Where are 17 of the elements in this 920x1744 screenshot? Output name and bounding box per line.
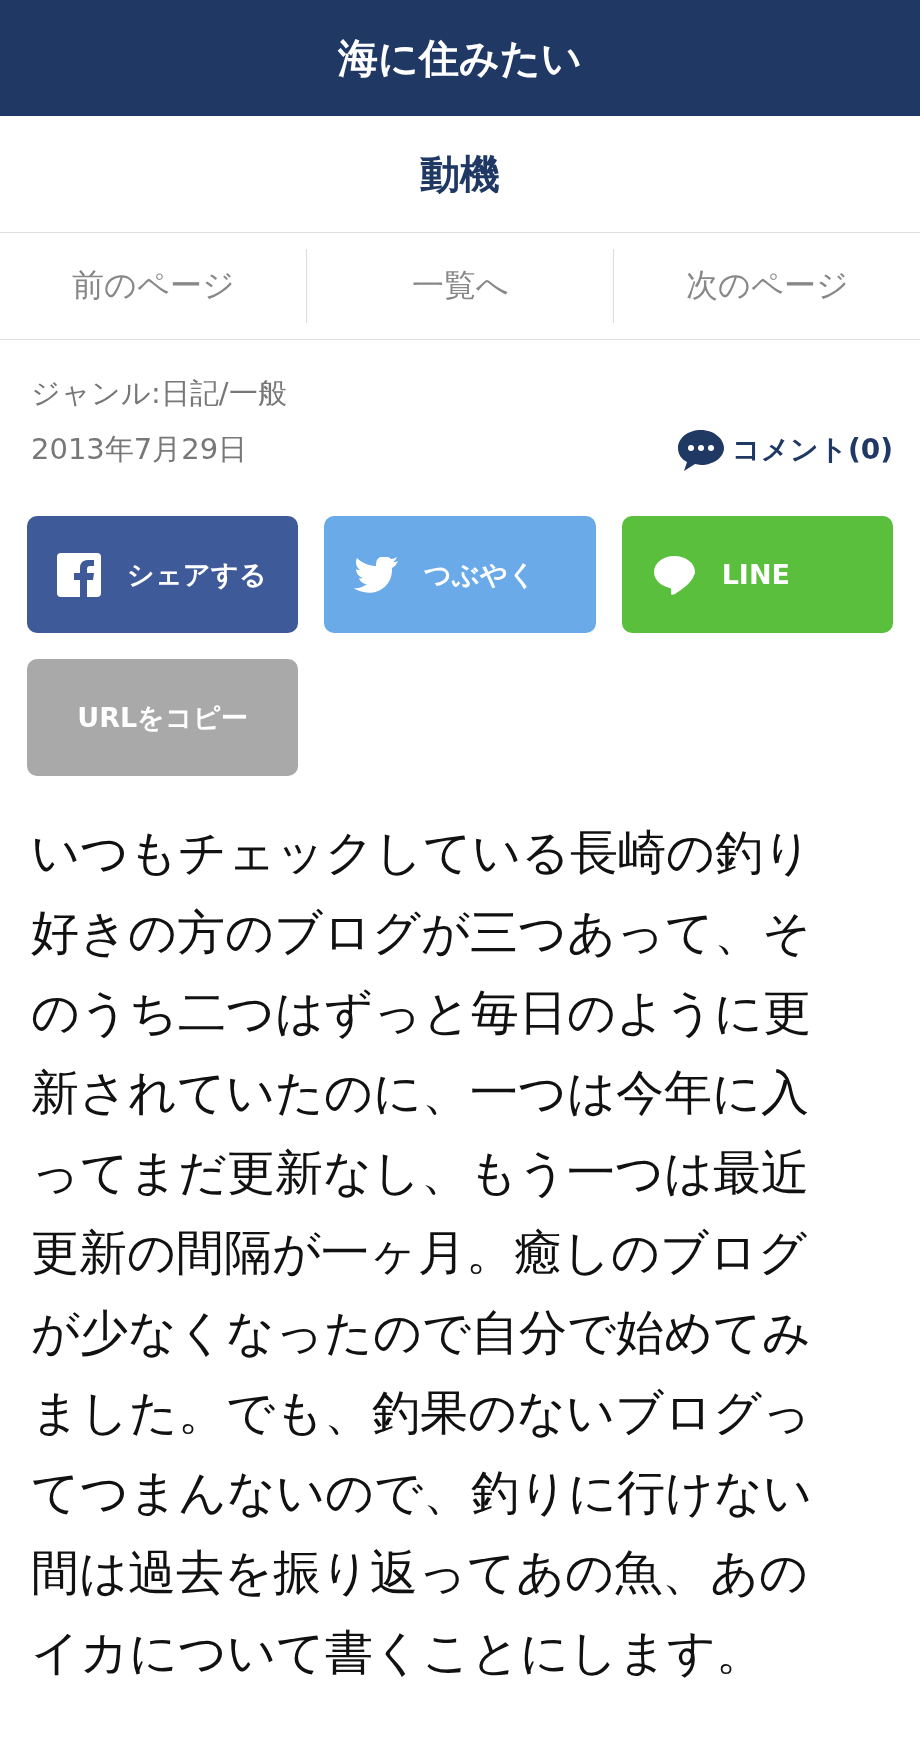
- nav-link[interactable]: 一覧へ: [411, 264, 509, 308]
- share-button[interactable]: シェアする: [27, 516, 299, 633]
- share-button[interactable]: つぶやく: [324, 516, 596, 633]
- share-button[interactable]: URLをコピー: [27, 659, 299, 776]
- site-title[interactable]: 海に住みたい: [0, 0, 920, 116]
- genre-label: ジャンル:日記/一般: [31, 375, 288, 412]
- share-button[interactable]: LINE: [621, 516, 893, 633]
- bird-icon: [354, 556, 399, 593]
- facebook-icon: [57, 552, 101, 597]
- page-title: 動機: [419, 149, 501, 199]
- chat-bubble-icon: [651, 553, 696, 596]
- speech-bubble-icon: [675, 428, 726, 472]
- nav-link[interactable]: 前のページ: [71, 264, 235, 308]
- nav-link[interactable]: 次のページ: [685, 264, 849, 308]
- article-text: いつもチェックしている長崎の釣り好きの方のブログが三つあって、そのうち二つはずっと毎日のように更新されていたのに、一つは今年に入ってまだ更新なし、もう一つは最近更新の間隔が一ヶ月。癒しのブログが少なくなったので自分で始めてみました。でも、釣果のないブログってつまんないので、釣りに行けない間は過去を振り返ってあの魚、あのイカについて書くことにします。: [31, 823, 813, 1682]
- post-date: 2013年7月29日: [31, 431, 248, 468]
- comments-link[interactable]: コメント(0): [675, 428, 893, 472]
